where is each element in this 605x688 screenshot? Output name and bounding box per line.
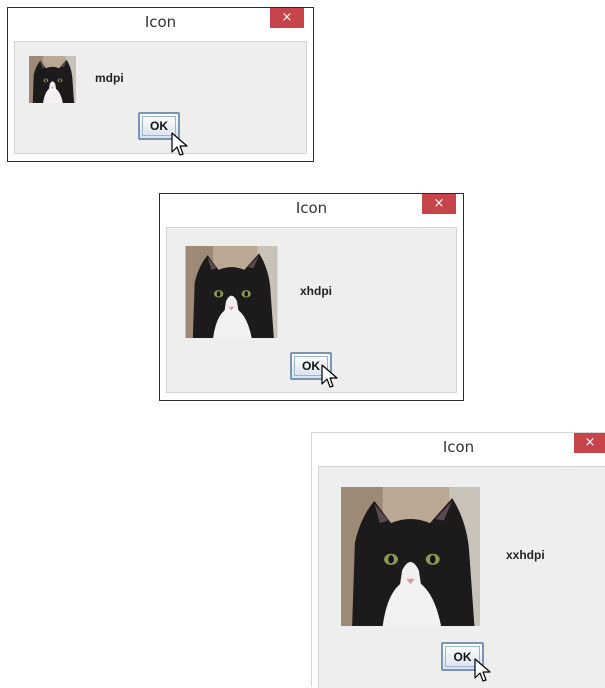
density-label: xxhdpi	[506, 548, 545, 562]
cat-icon	[29, 56, 76, 103]
cat-icon	[185, 246, 278, 338]
ok-button-label: OK	[302, 359, 320, 373]
title-bar[interactable]: Icon ×	[312, 433, 605, 463]
dialog-content: xxhdpi OK	[318, 466, 605, 688]
dialog-content: xhdpi OK	[166, 227, 457, 393]
ok-button-label: OK	[150, 119, 168, 133]
dialog-title: Icon	[144, 13, 177, 31]
ok-button[interactable]: OK	[138, 112, 180, 140]
close-button[interactable]: ×	[270, 8, 304, 28]
density-label: xhdpi	[300, 284, 332, 298]
title-bar[interactable]: Icon ×	[160, 194, 463, 224]
dialog-content: mdpi OK	[14, 41, 307, 154]
cat-icon	[341, 487, 480, 626]
icon-dialog-mdpi: Icon × mdpi OK	[7, 7, 314, 162]
ok-button[interactable]: OK	[290, 352, 332, 380]
close-button[interactable]: ×	[422, 194, 456, 214]
icon-dialog-xhdpi: Icon × xhdpi OK	[159, 193, 464, 401]
close-button[interactable]: ×	[574, 433, 605, 453]
density-label: mdpi	[95, 71, 124, 85]
dialog-title: Icon	[295, 199, 328, 217]
title-bar[interactable]: Icon ×	[8, 8, 313, 38]
ok-button-label: OK	[453, 649, 472, 664]
dialog-title: Icon	[442, 438, 475, 456]
icon-dialog-xxhdpi: Icon × xxhdpi OK	[311, 432, 605, 688]
ok-button[interactable]: OK	[441, 642, 484, 671]
